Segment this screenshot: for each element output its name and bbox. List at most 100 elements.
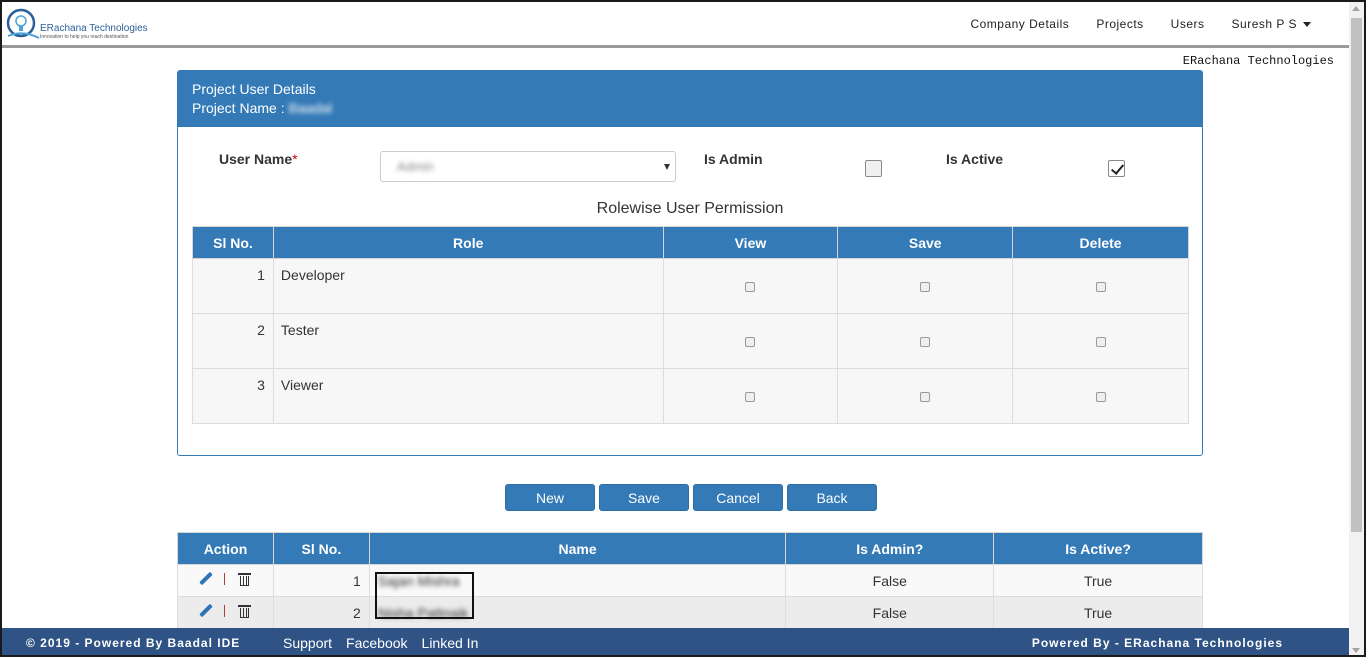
panel-header: Project User Details Project Name : Baad… xyxy=(178,71,1202,127)
row-is-admin: False xyxy=(785,564,995,597)
caret-down-icon xyxy=(1303,22,1311,28)
col-is-active: Is Active? xyxy=(993,532,1203,565)
row-number: 2 xyxy=(192,313,274,369)
delete-trash-icon[interactable] xyxy=(238,572,252,586)
delete-trash-icon[interactable] xyxy=(238,604,252,618)
nav-company-details[interactable]: Company Details xyxy=(970,17,1069,31)
save-cell xyxy=(837,258,1014,314)
row-is-active: True xyxy=(993,564,1203,597)
footer-links: Support Facebook Linked In xyxy=(283,635,492,651)
view-checkbox[interactable] xyxy=(745,392,756,403)
scroll-down-arrow-icon[interactable] xyxy=(1352,648,1360,653)
project-users-table: Action Sl No. Name Is Admin? Is Active? … xyxy=(177,532,1203,629)
nav-users[interactable]: Users xyxy=(1171,17,1205,31)
col-is-admin: Is Admin? xyxy=(785,532,995,565)
dropdown-arrow-icon xyxy=(664,164,670,170)
save-button[interactable]: Save xyxy=(599,484,689,511)
delete-checkbox[interactable] xyxy=(1095,392,1106,403)
new-button[interactable]: New xyxy=(505,484,595,511)
scroll-thumb[interactable] xyxy=(1351,18,1362,532)
project-name-value: Baadal xyxy=(288,100,333,116)
row-number: 1 xyxy=(272,564,370,597)
footer-link-linkedin[interactable]: Linked In xyxy=(422,635,479,651)
view-cell xyxy=(662,258,839,314)
row-name: Nisha Pattnaik xyxy=(368,596,787,629)
scroll-up-arrow-icon[interactable] xyxy=(1352,6,1360,11)
delete-checkbox[interactable] xyxy=(1095,282,1106,293)
footer-copyright: © 2019 - Powered By Baadal IDE xyxy=(26,636,241,650)
action-cell xyxy=(177,564,274,597)
table-row: 2 Nisha Pattnaik False True xyxy=(177,596,1203,629)
table-row: 1 Sajan Mishra False True xyxy=(177,564,1203,597)
delete-checkbox[interactable] xyxy=(1095,337,1106,348)
user-name-label: User Name* xyxy=(219,151,298,167)
page-footer: © 2019 - Powered By Baadal IDE Support F… xyxy=(2,628,1351,655)
action-separator xyxy=(224,573,226,585)
user-name-text: Nisha Pattnaik xyxy=(377,604,469,621)
back-button[interactable]: Back xyxy=(787,484,877,511)
is-active-label: Is Active xyxy=(946,151,1004,167)
row-is-active: True xyxy=(993,596,1203,629)
footer-link-support[interactable]: Support xyxy=(283,635,332,651)
col-delete: Delete xyxy=(1012,226,1189,259)
company-name-label: ERachana Technologies xyxy=(1182,54,1334,68)
user-form-row: User Name* Admin Is Admin Is Active xyxy=(178,151,1202,191)
action-cell xyxy=(177,596,274,629)
is-admin-label: Is Admin xyxy=(704,151,763,167)
view-checkbox[interactable] xyxy=(745,282,756,293)
project-name-label: Project Name : xyxy=(192,100,285,116)
is-active-checkbox[interactable] xyxy=(1108,160,1125,177)
cancel-button[interactable]: Cancel xyxy=(693,484,783,511)
vertical-scrollbar[interactable] xyxy=(1349,2,1364,655)
row-role: Tester xyxy=(272,313,664,369)
action-separator xyxy=(224,605,226,617)
brand-logo[interactable]: ERachana Technologies Innovation to help… xyxy=(6,8,156,42)
footer-link-facebook[interactable]: Facebook xyxy=(346,635,407,651)
table-row: 3 Viewer xyxy=(192,368,1189,424)
top-navbar: ERachana Technologies Innovation to help… xyxy=(2,2,1351,48)
brand-tagline: Innovation to help you reach destination xyxy=(40,34,129,40)
save-checkbox[interactable] xyxy=(920,392,931,403)
col-sl-no: Sl No. xyxy=(192,226,274,259)
save-cell xyxy=(837,313,1014,369)
row-number: 3 xyxy=(192,368,274,424)
row-number: 2 xyxy=(272,596,370,629)
user-name-label-text: User Name xyxy=(219,151,293,167)
user-menu[interactable]: Suresh P S xyxy=(1232,17,1311,31)
save-cell xyxy=(837,368,1014,424)
row-role: Viewer xyxy=(272,368,664,424)
user-name-select[interactable]: Admin xyxy=(380,151,676,182)
col-view: View xyxy=(662,226,839,259)
project-name-line: Project Name : Baadal xyxy=(192,99,1188,118)
table-row: 1 Developer xyxy=(192,258,1189,314)
action-buttons: New Save Cancel Back xyxy=(505,484,881,511)
col-sl-no: Sl No. xyxy=(272,532,370,565)
panel-title: Project User Details xyxy=(192,81,316,97)
row-name: Sajan Mishra xyxy=(368,564,787,597)
delete-cell xyxy=(1012,258,1189,314)
view-checkbox[interactable] xyxy=(745,337,756,348)
user-name-text: Sajan Mishra xyxy=(377,572,460,589)
edit-pencil-icon[interactable] xyxy=(199,604,213,618)
delete-cell xyxy=(1012,313,1189,369)
footer-powered-by: Powered By - ERachana Technologies xyxy=(1031,636,1283,650)
permission-section-title: Rolewise User Permission xyxy=(596,200,784,217)
save-checkbox[interactable] xyxy=(920,337,931,348)
lightbulb-logo-icon xyxy=(6,8,40,39)
row-is-admin: False xyxy=(785,596,995,629)
nav-projects[interactable]: Projects xyxy=(1096,17,1143,31)
col-action: Action xyxy=(177,532,274,565)
edit-pencil-icon[interactable] xyxy=(199,572,213,586)
table-row: 2 Tester xyxy=(192,313,1189,369)
project-user-panel: Project User Details Project Name : Baad… xyxy=(177,70,1203,456)
delete-cell xyxy=(1012,368,1189,424)
row-number: 1 xyxy=(192,258,274,314)
save-checkbox[interactable] xyxy=(920,282,931,293)
app-window: ERachana Technologies Innovation to help… xyxy=(0,0,1366,657)
users-header-row: Action Sl No. Name Is Admin? Is Active? xyxy=(177,532,1203,565)
nav-menu: Company Details Projects Users Suresh P … xyxy=(943,17,1311,31)
is-admin-checkbox[interactable] xyxy=(865,160,882,177)
brand-name: ERachana Technologies xyxy=(40,23,148,34)
col-role: Role xyxy=(272,226,664,259)
col-save: Save xyxy=(837,226,1014,259)
